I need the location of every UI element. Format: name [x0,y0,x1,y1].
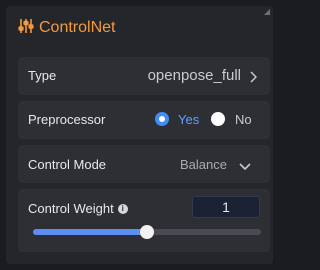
control-mode-select[interactable]: Control Mode Balance [18,145,270,183]
control-mode-value: Balance [180,157,227,172]
chevron-right-icon [249,70,258,88]
control-weight-slider-handle[interactable] [140,225,154,239]
type-select[interactable]: Type openpose_full [18,57,270,95]
control-weight-row: Control Weight i 1 [18,189,270,252]
control-weight-label-group: Control Weight i [28,201,128,216]
preprocessor-no-label[interactable]: No [235,112,252,127]
info-icon[interactable]: i [117,203,128,214]
chevron-down-icon [239,158,251,176]
preprocessor-no-radio[interactable] [211,112,225,126]
control-weight-label: Control Weight [28,201,114,216]
type-value: openpose_full [147,67,241,84]
control-weight-input[interactable]: 1 [192,196,260,218]
panel-corner-toggle[interactable] [264,9,270,15]
preprocessor-label: Preprocessor [28,112,106,127]
panel-title: ControlNet [39,19,116,36]
control-weight-slider-fill [33,229,147,235]
preprocessor-row: Preprocessor Yes No [18,101,270,139]
preprocessor-yes-label[interactable]: Yes [178,112,199,127]
control-mode-label: Control Mode [28,157,107,172]
panel-header[interactable]: ControlNet [18,18,115,38]
controlnet-panel: ControlNet Type openpose_full Preprocess… [6,6,273,264]
sliders-icon [18,18,34,39]
type-label: Type [28,68,57,83]
control-weight-slider-track[interactable] [33,225,261,239]
preprocessor-yes-radio[interactable] [155,112,169,126]
